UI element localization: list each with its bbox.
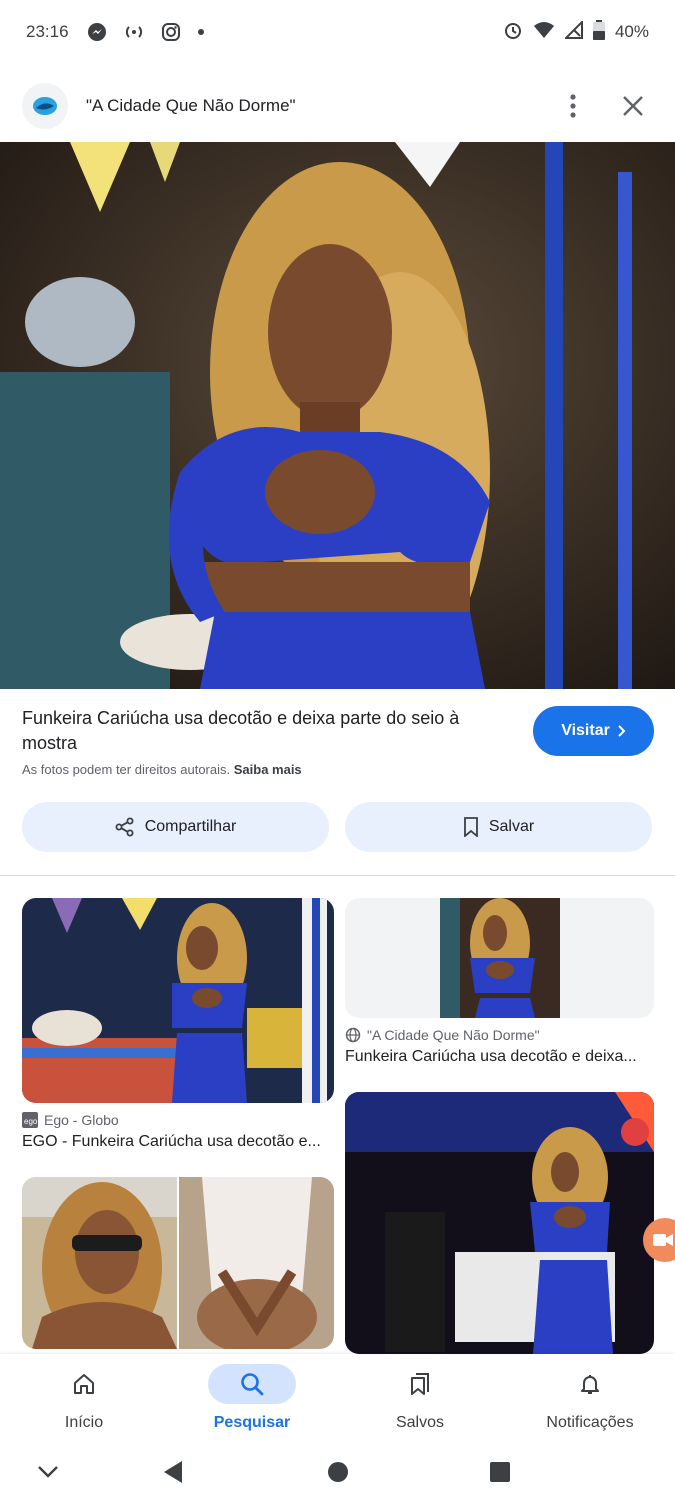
- related-source-1-name: Ego - Globo: [44, 1112, 119, 1128]
- related-title-2[interactable]: Funkeira Cariúcha usa decotão e deixa...: [345, 1048, 645, 1066]
- nav-search-label: Pesquisar: [213, 1414, 291, 1431]
- broadcast-icon: [123, 24, 145, 40]
- share-button[interactable]: Compartilhar: [22, 802, 329, 852]
- bookmark-icon: [463, 817, 478, 837]
- visit-button[interactable]: Visitar: [533, 706, 654, 756]
- close-icon: [623, 96, 643, 116]
- related-title-1[interactable]: EGO - Funkeira Cariúcha usa decotão e...: [22, 1133, 334, 1151]
- status-bar: 23:16 40%: [0, 0, 675, 64]
- messenger-icon: [87, 22, 107, 42]
- section-divider: [0, 875, 675, 876]
- home-circle-icon: [328, 1462, 348, 1482]
- bottom-navigation: Início Pesquisar Salvos Notificações: [0, 1354, 675, 1444]
- dot-icon: [197, 28, 205, 36]
- copyright-notice: As fotos podem ter direitos autorais. Sa…: [22, 762, 302, 777]
- more-options-button[interactable]: [553, 86, 593, 126]
- bell-icon: [558, 1364, 622, 1404]
- nav-home[interactable]: Início: [0, 1354, 168, 1444]
- alarm-icon: [503, 20, 523, 45]
- related-image-3[interactable]: [22, 1177, 334, 1349]
- nav-saved-label: Salvos: [395, 1414, 445, 1431]
- svg-text:ego: ego: [24, 1117, 38, 1126]
- bookmarks-icon: [388, 1364, 452, 1404]
- more-vert-icon: [570, 94, 576, 118]
- main-image[interactable]: [0, 142, 675, 689]
- related-image-2[interactable]: [345, 898, 654, 1018]
- related-image-4[interactable]: [345, 1092, 654, 1354]
- back-button[interactable]: [155, 1454, 191, 1490]
- system-navigation-bar: [0, 1444, 675, 1500]
- related-source-2-name: "A Cidade Que Não Dorme": [367, 1027, 540, 1043]
- wifi-icon: [533, 21, 555, 44]
- chevron-right-icon: [618, 725, 626, 737]
- nav-search[interactable]: Pesquisar: [168, 1354, 336, 1444]
- nav-notifications[interactable]: Notificações: [506, 1354, 674, 1444]
- close-button[interactable]: [613, 86, 653, 126]
- battery-percent: 40%: [614, 22, 649, 41]
- signal-icon: [563, 19, 583, 44]
- recents-square-icon: [490, 1462, 510, 1482]
- result-caption: Funkeira Cariúcha usa decotão e deixa pa…: [22, 708, 460, 753]
- status-time: 23:16: [26, 22, 69, 41]
- learn-more-link[interactable]: Saiba mais: [234, 762, 302, 777]
- save-label: Salvar: [488, 818, 535, 835]
- instagram-icon: [161, 22, 181, 42]
- battery-icon: [592, 19, 605, 45]
- globe-icon: [345, 1027, 361, 1043]
- visit-label: Visitar: [561, 722, 610, 739]
- video-camera-icon: [653, 1234, 673, 1246]
- save-button[interactable]: Salvar: [345, 802, 652, 852]
- viewer-header: "A Cidade Que Não Dorme": [0, 72, 675, 140]
- related-image-1[interactable]: [22, 898, 334, 1103]
- home-button[interactable]: [320, 1454, 356, 1490]
- home-icon: [52, 1364, 116, 1404]
- share-label: Compartilhar: [144, 818, 237, 835]
- ego-favicon-icon: ego: [22, 1112, 38, 1128]
- site-favicon: [22, 83, 68, 129]
- related-source-2: "A Cidade Que Não Dorme": [345, 1027, 540, 1043]
- nav-home-label: Início: [64, 1414, 104, 1431]
- chevron-down-button[interactable]: [30, 1454, 66, 1490]
- back-triangle-icon: [164, 1461, 182, 1483]
- recents-button[interactable]: [482, 1454, 518, 1490]
- search-icon: [208, 1364, 296, 1404]
- nav-saved[interactable]: Salvos: [336, 1354, 504, 1444]
- share-icon: [115, 817, 134, 837]
- site-title: "A Cidade Que Não Dorme": [86, 96, 296, 115]
- chevron-down-icon: [38, 1466, 58, 1478]
- rights-text: As fotos podem ter direitos autorais.: [22, 762, 231, 777]
- nav-notifications-label: Notificações: [546, 1414, 634, 1431]
- related-source-1: ego Ego - Globo: [22, 1112, 119, 1128]
